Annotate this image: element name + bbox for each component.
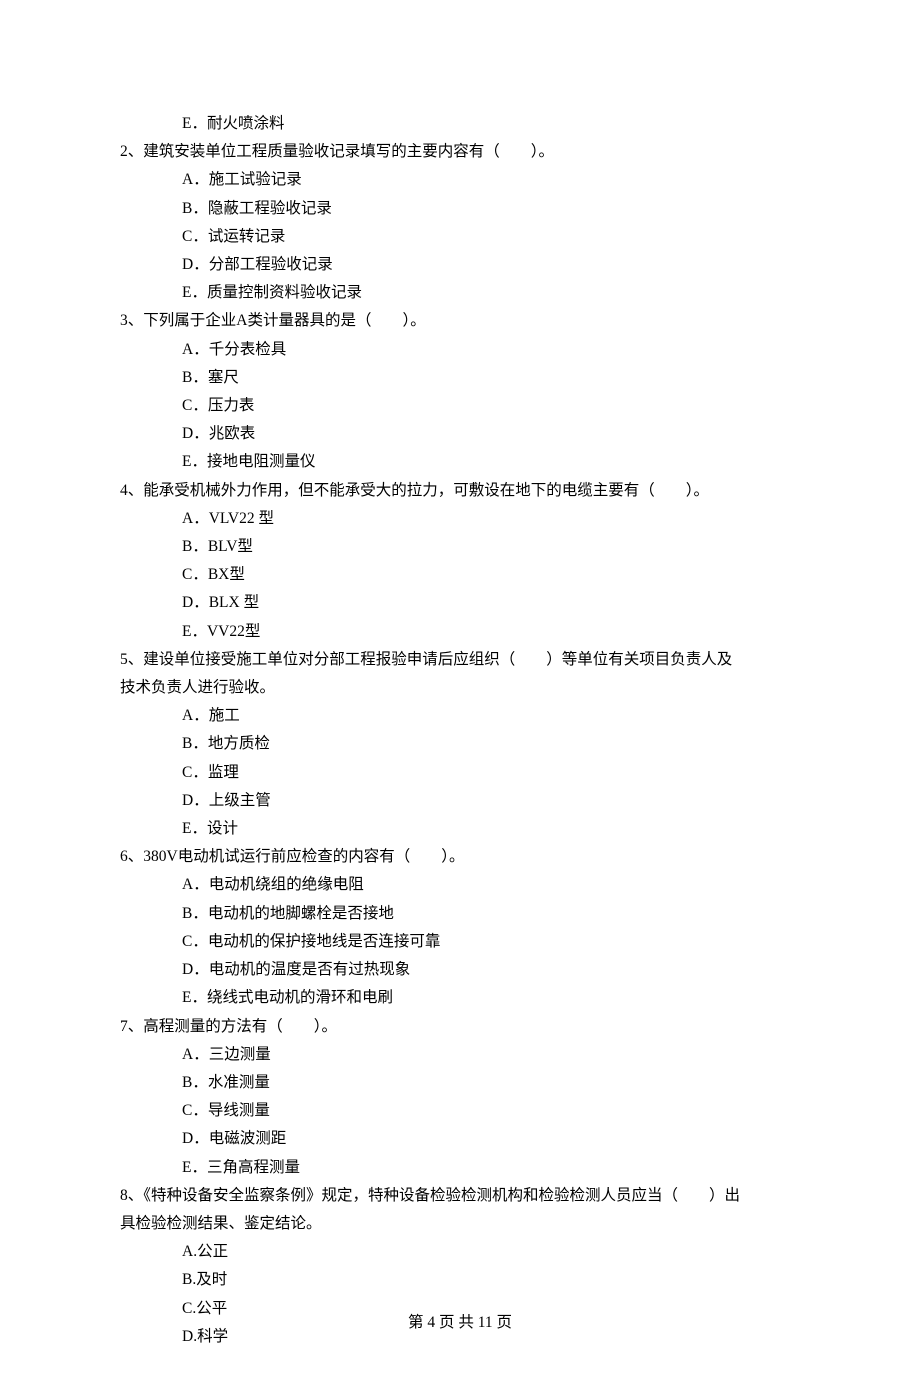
question-option: D．电动机的温度是否有过热现象 [120,956,800,984]
question-option: A．电动机绕组的绝缘电阻 [120,871,800,899]
question-option: C．电动机的保护接地线是否连接可靠 [120,928,800,956]
question-option: E．三角高程测量 [120,1154,800,1182]
question-option: C．压力表 [120,392,800,420]
question-option: D．BLX 型 [120,589,800,617]
question-option: A．施工 [120,702,800,730]
question-option: D．兆欧表 [120,420,800,448]
question-option: C．导线测量 [120,1097,800,1125]
question-stem: 2、建筑安装单位工程质量验收记录填写的主要内容有（ ）。 [120,138,800,166]
question-option: E．绕线式电动机的滑环和电刷 [120,984,800,1012]
question-option: B．BLV型 [120,533,800,561]
question-stem-continuation: 具检验检测结果、鉴定结论。 [120,1210,800,1238]
question-option: C．监理 [120,759,800,787]
question-option: D．电磁波测距 [120,1125,800,1153]
question-option: B．电动机的地脚螺栓是否接地 [120,900,800,928]
question-option: C．试运转记录 [120,223,800,251]
question-stem: 3、下列属于企业A类计量器具的是（ ）。 [120,307,800,335]
question-option: D．上级主管 [120,787,800,815]
question-option: B．隐蔽工程验收记录 [120,195,800,223]
question-option: A．VLV22 型 [120,505,800,533]
question-option: A．千分表检具 [120,336,800,364]
question-option: D．分部工程验收记录 [120,251,800,279]
question-option: C．BX型 [120,561,800,589]
question-stem-continuation: 技术负责人进行验收。 [120,674,800,702]
page-footer: 第 4 页 共 11 页 [0,1309,920,1337]
question-option: A．施工试验记录 [120,166,800,194]
questions-container: 2、建筑安装单位工程质量验收记录填写的主要内容有（ ）。A．施工试验记录B．隐蔽… [120,138,800,1351]
orphan-option: E．耐火喷涂料 [120,110,800,138]
question-option: B．水准测量 [120,1069,800,1097]
question-stem: 6、380V电动机试运行前应检查的内容有（ ）。 [120,843,800,871]
question-option: E．设计 [120,815,800,843]
question-stem: 5、建设单位接受施工单位对分部工程报验申请后应组织（ ）等单位有关项目负责人及 [120,646,800,674]
question-stem: 7、高程测量的方法有（ ）。 [120,1013,800,1041]
question-option: B.及时 [120,1266,800,1294]
question-option: B．地方质检 [120,730,800,758]
question-option: E．VV22型 [120,618,800,646]
document-page: E．耐火喷涂料 2、建筑安装单位工程质量验收记录填写的主要内容有（ ）。A．施工… [0,0,920,1391]
question-option: E．质量控制资料验收记录 [120,279,800,307]
question-option: E．接地电阻测量仪 [120,448,800,476]
question-option: A.公正 [120,1238,800,1266]
question-stem: 4、能承受机械外力作用，但不能承受大的拉力，可敷设在地下的电缆主要有（ ）。 [120,477,800,505]
question-stem: 8、《特种设备安全监察条例》规定，特种设备检验检测机构和检验检测人员应当（ ）出 [120,1182,800,1210]
question-option: A．三边测量 [120,1041,800,1069]
question-option: B．塞尺 [120,364,800,392]
